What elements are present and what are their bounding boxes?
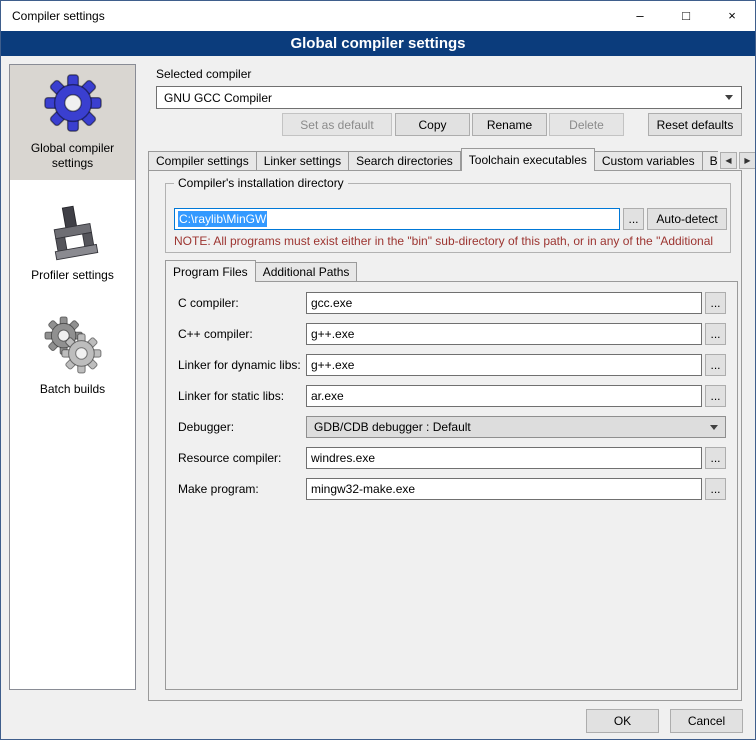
clamp-tool-icon <box>44 203 102 261</box>
close-icon: × <box>728 8 736 23</box>
subtab-program-files[interactable]: Program Files <box>165 260 256 282</box>
note-text: NOTE: All programs must exist either in … <box>174 234 730 248</box>
blue-gear-icon <box>42 72 104 134</box>
tab-custom-variables[interactable]: Custom variables <box>595 151 703 171</box>
debugger-select[interactable]: GDB/CDB debugger : Default <box>306 416 726 438</box>
ok-button[interactable]: OK <box>586 709 659 733</box>
static-linker-label: Linker for static libs: <box>178 389 306 403</box>
tab-linker-settings[interactable]: Linker settings <box>257 151 349 171</box>
compiler-settings-dialog: Compiler settings – □ × Global compiler … <box>0 0 756 740</box>
resource-compiler-label: Resource compiler: <box>178 451 306 465</box>
sidebar-item-global-compiler-settings[interactable]: Global compiler settings <box>10 65 135 180</box>
static-linker-browse-button[interactable]: ... <box>705 385 726 407</box>
installation-directory-input[interactable]: C:\raylib\MinGW <box>174 208 620 230</box>
cpp-compiler-label: C++ compiler: <box>178 327 306 341</box>
c-compiler-input[interactable] <box>306 292 702 314</box>
reset-defaults-button[interactable]: Reset defaults <box>648 113 742 136</box>
make-program-browse-button[interactable]: ... <box>705 478 726 500</box>
subtab-strip: Program Files Additional Paths <box>165 260 357 282</box>
field-row-c-compiler: C compiler: ... <box>178 292 726 314</box>
sidebar-item-label: Profiler settings <box>31 268 114 283</box>
debugger-label: Debugger: <box>178 420 306 434</box>
program-files-panel: C compiler: ... C++ compiler: ... Linker… <box>165 281 738 690</box>
field-row-debugger: Debugger: GDB/CDB debugger : Default <box>178 416 726 438</box>
sidebar-item-label: Global compiler settings <box>14 141 131 171</box>
sidebar-item-label: Batch builds <box>40 382 105 397</box>
c-compiler-label: C compiler: <box>178 296 306 310</box>
maximize-button[interactable]: □ <box>663 1 709 30</box>
tab-strip: Compiler settings Linker settings Search… <box>148 148 718 171</box>
minimize-icon: – <box>636 8 643 23</box>
chevron-down-icon <box>725 95 733 100</box>
settings-category-sidebar: Global compiler settings Profiler settin… <box>9 64 136 690</box>
auto-detect-button[interactable]: Auto-detect <box>647 208 727 230</box>
delete-button[interactable]: Delete <box>549 113 624 136</box>
installation-directory-group-title: Compiler's installation directory <box>174 176 348 190</box>
close-button[interactable]: × <box>709 1 755 30</box>
make-program-input[interactable] <box>306 478 702 500</box>
resource-compiler-input[interactable] <box>306 447 702 469</box>
set-as-default-button[interactable]: Set as default <box>282 113 392 136</box>
cancel-button[interactable]: Cancel <box>670 709 743 733</box>
window-controls: – □ × <box>617 1 755 30</box>
sidebar-item-batch-builds[interactable]: Batch builds <box>10 308 135 406</box>
cpp-compiler-input[interactable] <box>306 323 702 345</box>
tab-toolchain-executables[interactable]: Toolchain executables <box>461 148 595 171</box>
field-row-make-program: Make program: ... <box>178 478 726 500</box>
dynamic-linker-input[interactable] <box>306 354 702 376</box>
cpp-compiler-browse-button[interactable]: ... <box>705 323 726 345</box>
gray-gears-icon <box>43 315 103 375</box>
field-row-dynamic-linker: Linker for dynamic libs: ... <box>178 354 726 376</box>
tab-search-directories[interactable]: Search directories <box>349 151 461 171</box>
rename-button[interactable]: Rename <box>472 113 547 136</box>
dialog-header: Global compiler settings <box>1 31 755 56</box>
resource-compiler-browse-button[interactable]: ... <box>705 447 726 469</box>
installation-directory-value: C:\raylib\MinGW <box>178 211 267 227</box>
installation-directory-browse-button[interactable]: ... <box>623 208 644 230</box>
make-program-label: Make program: <box>178 482 306 496</box>
window-title: Compiler settings <box>12 9 105 23</box>
c-compiler-browse-button[interactable]: ... <box>705 292 726 314</box>
field-row-cpp-compiler: C++ compiler: ... <box>178 323 726 345</box>
chevron-down-icon <box>710 425 718 430</box>
tab-compiler-settings[interactable]: Compiler settings <box>148 151 257 171</box>
tab-build-options[interactable]: Build <box>703 151 718 171</box>
selected-compiler-label: Selected compiler <box>156 67 251 81</box>
selected-compiler-value: GNU GCC Compiler <box>164 91 272 105</box>
subtab-additional-paths[interactable]: Additional Paths <box>256 262 358 282</box>
selected-compiler-dropdown[interactable]: GNU GCC Compiler <box>156 86 742 109</box>
maximize-icon: □ <box>682 8 690 23</box>
dynamic-linker-browse-button[interactable]: ... <box>705 354 726 376</box>
field-row-resource-compiler: Resource compiler: ... <box>178 447 726 469</box>
minimize-button[interactable]: – <box>617 1 663 30</box>
field-row-static-linker: Linker for static libs: ... <box>178 385 726 407</box>
installation-directory-group: Compiler's installation directory C:\ray… <box>165 183 731 253</box>
toolchain-executables-panel: Compiler's installation directory C:\ray… <box>148 170 742 701</box>
dynamic-linker-label: Linker for dynamic libs: <box>178 358 306 372</box>
tab-scroll-right-button[interactable]: ▶ <box>739 152 756 169</box>
tab-scroll-left-button[interactable]: ◀ <box>720 152 737 169</box>
copy-button[interactable]: Copy <box>395 113 470 136</box>
debugger-value: GDB/CDB debugger : Default <box>314 420 471 434</box>
dialog-header-title: Global compiler settings <box>290 35 465 52</box>
titlebar: Compiler settings – □ × <box>1 1 755 31</box>
sidebar-item-profiler-settings[interactable]: Profiler settings <box>10 196 135 292</box>
static-linker-input[interactable] <box>306 385 702 407</box>
